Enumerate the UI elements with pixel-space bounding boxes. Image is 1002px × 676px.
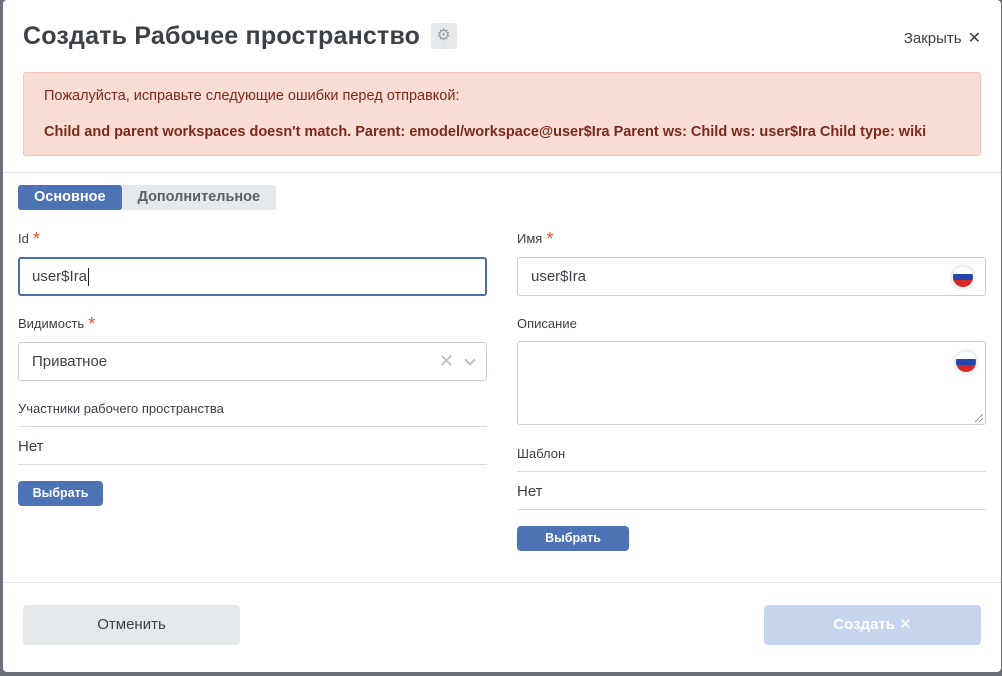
template-label: Шаблон (517, 446, 566, 461)
resize-handle-icon[interactable] (975, 414, 983, 422)
required-marker: * (88, 314, 96, 334)
template-value: Нет (517, 483, 543, 500)
tab-bar: Основное Дополнительное (18, 185, 277, 210)
text-caret (88, 267, 90, 286)
clear-icon[interactable]: ✕ (439, 351, 454, 372)
error-alert: Пожалуйста, исправьте следующие ошибки п… (23, 72, 981, 156)
tab-additional[interactable]: Дополнительное (122, 185, 276, 210)
id-input-value: user$Ira (32, 268, 88, 285)
chevron-down-icon[interactable] (464, 353, 476, 366)
create-button[interactable]: Создать ✕ (764, 605, 981, 645)
close-icon: ✕ (967, 30, 981, 47)
select-controls: ✕ (439, 343, 476, 380)
divider (3, 582, 1001, 583)
alert-intro: Пожалуйста, исправьте следующие ошибки п… (44, 88, 460, 104)
field-divider (517, 509, 986, 510)
modal-title: Создать Рабочее пространство (23, 22, 421, 50)
members-label: Участники рабочего пространства (18, 401, 224, 416)
visibility-select[interactable]: Приватное ✕ (18, 342, 487, 381)
required-marker: * (32, 229, 40, 249)
visibility-label-text: Видимость (18, 316, 85, 331)
gear-icon[interactable]: ⚙ (430, 22, 457, 49)
close-button[interactable]: Закрыть ✕ (904, 28, 981, 48)
tab-basic[interactable]: Основное (18, 185, 122, 210)
create-workspace-modal: Создать Рабочее пространство ⚙ Закрыть ✕ … (3, 0, 1001, 672)
alert-error-message: Child and parent workspaces doesn't matc… (44, 124, 927, 140)
id-label: Id * (18, 229, 40, 250)
name-label: Имя * (517, 229, 553, 250)
visibility-label: Видимость * (18, 314, 95, 335)
cancel-button[interactable]: Отменить (23, 605, 240, 645)
members-value: Нет (18, 438, 44, 455)
field-divider (517, 471, 986, 472)
select-members-button[interactable]: Выбрать (18, 481, 103, 506)
description-label: Описание (517, 316, 577, 331)
name-input[interactable]: user$Ira (517, 257, 986, 296)
required-marker: * (546, 229, 554, 249)
id-input[interactable]: user$Ira (18, 257, 487, 296)
divider (3, 172, 1001, 173)
name-input-value: user$Ira (531, 268, 587, 285)
field-divider (18, 464, 487, 465)
field-divider (18, 426, 487, 427)
id-label-text: Id (18, 231, 29, 246)
russian-flag-icon[interactable] (953, 267, 973, 287)
description-textarea[interactable] (517, 341, 986, 425)
close-icon: ✕ (899, 616, 912, 633)
select-template-button[interactable]: Выбрать (517, 526, 629, 551)
modal-header: Создать Рабочее пространство ⚙ Закрыть ✕ (23, 22, 981, 56)
close-label: Закрыть (903, 30, 962, 47)
visibility-select-value: Приватное (32, 353, 108, 370)
name-label-text: Имя (517, 231, 543, 246)
create-button-label: Создать (833, 616, 895, 633)
russian-flag-icon[interactable] (956, 352, 976, 372)
